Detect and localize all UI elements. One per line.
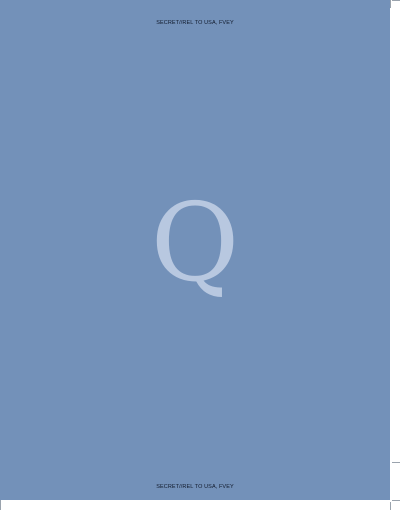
cover-letter: Q bbox=[150, 181, 240, 306]
bottom-classification-marking: SECRET//REL TO USA, FVEY bbox=[156, 484, 234, 490]
page: SECRET//REL TO USA, FVEY Q SECRET//REL T… bbox=[0, 0, 400, 510]
crop-mark bbox=[392, 0, 400, 1]
crop-mark bbox=[390, 0, 391, 8]
top-classification-marking: SECRET//REL TO USA, FVEY bbox=[156, 20, 234, 26]
crop-mark bbox=[390, 502, 391, 510]
crop-mark bbox=[0, 500, 1, 510]
crop-mark bbox=[392, 462, 400, 463]
crop-mark bbox=[392, 500, 400, 501]
cover-panel: SECRET//REL TO USA, FVEY Q SECRET//REL T… bbox=[0, 0, 390, 500]
